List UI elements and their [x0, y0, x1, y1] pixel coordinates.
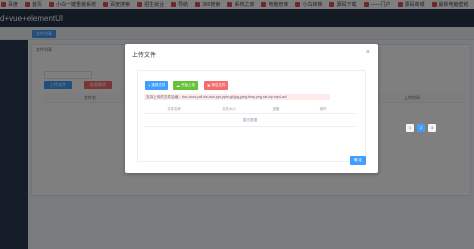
- select-file-button[interactable]: + 选择文件: [145, 81, 169, 90]
- select-file-label: 选择文件: [151, 83, 166, 87]
- delete-icon: ✖: [207, 83, 211, 88]
- column-header: 进度: [272, 107, 280, 111]
- column-header: 文件大小: [222, 107, 236, 111]
- supported-types-tip: 支持上传的文件后缀：doc,docx,pdf,xls,xlsx,ppt,pptx…: [144, 94, 330, 100]
- page-3-button[interactable]: 3: [428, 124, 436, 132]
- upload-icon: ☁: [176, 83, 180, 88]
- start-upload-button[interactable]: ☁ 开始上传: [173, 81, 198, 90]
- empty-text: 暂无数据: [242, 118, 258, 122]
- pagination: 1 2 3: [406, 124, 436, 132]
- column-header: 文件名称: [167, 107, 181, 111]
- dialog-title: 上传文件: [132, 53, 157, 59]
- plus-icon: +: [148, 83, 151, 88]
- close-icon[interactable]: ×: [366, 49, 370, 56]
- page-1-button[interactable]: 1: [406, 124, 414, 132]
- clear-files-label: 清空文件: [211, 83, 226, 87]
- column-header: 操作: [319, 107, 327, 111]
- start-upload-label: 开始上传: [181, 83, 195, 87]
- upload-table: 文件名称 文件大小 进度 操作 暂无数据: [144, 102, 356, 127]
- table-empty-row: 暂无数据: [144, 114, 356, 127]
- upload-dialog: 上传文件 × + 选择文件 ☁ 开始上传 ✖ 清空文件 支持上传的文件后缀：do…: [125, 44, 378, 173]
- table-header: 文件名称 文件大小 进度 操作: [144, 102, 356, 114]
- clear-files-button[interactable]: ✖ 清空文件: [204, 81, 229, 90]
- upload-panel: + 选择文件 ☁ 开始上传 ✖ 清空文件 支持上传的文件后缀：doc,docx,…: [137, 70, 366, 162]
- confirm-button[interactable]: 确 定: [350, 156, 366, 165]
- page-2-button[interactable]: 2: [417, 124, 425, 132]
